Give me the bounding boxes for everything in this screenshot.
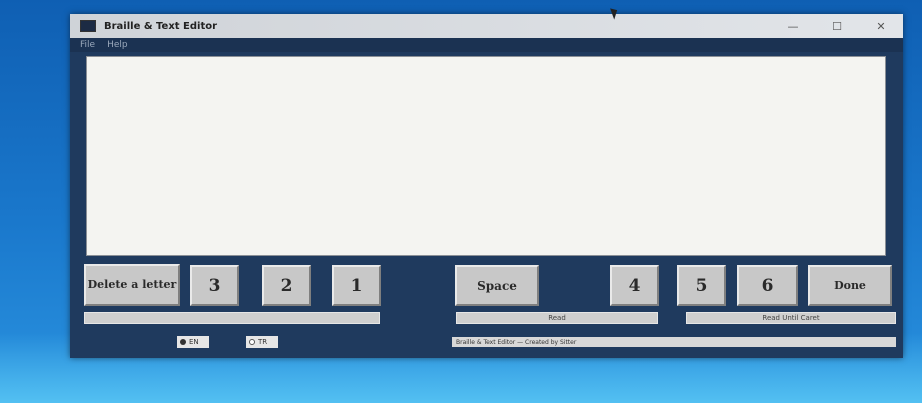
menu-help[interactable]: Help	[107, 40, 128, 50]
menu-bar: File Help	[70, 38, 903, 52]
app-window: Braille & Text Editor — ☐ ✕ File Help De…	[70, 14, 903, 358]
status-bar: Braille & Text Editor — Created by Sitte…	[452, 337, 896, 347]
window-controls: — ☐ ✕	[771, 14, 903, 38]
radio-unselected-icon	[249, 339, 255, 345]
dot-6-button[interactable]: 6	[737, 265, 798, 306]
read-button[interactable]: Read	[456, 312, 658, 324]
language-option-tr[interactable]: TR	[246, 336, 278, 348]
title-bar[interactable]: Braille & Text Editor — ☐ ✕	[70, 14, 903, 38]
done-button[interactable]: Done	[808, 265, 892, 306]
radio-label: EN	[189, 338, 199, 346]
minimize-button[interactable]: —	[771, 14, 815, 38]
space-button[interactable]: Space	[455, 265, 539, 306]
text-editor-area[interactable]	[86, 56, 886, 256]
window-title: Braille & Text Editor	[104, 20, 218, 32]
menu-file[interactable]: File	[80, 40, 95, 50]
dot-2-button[interactable]: 2	[262, 265, 311, 306]
dot-1-button[interactable]: 1	[332, 265, 381, 306]
maximize-button[interactable]: ☐	[815, 14, 859, 38]
dot-3-button[interactable]: 3	[190, 265, 239, 306]
language-option-en[interactable]: EN	[177, 336, 209, 348]
close-button[interactable]: ✕	[859, 14, 903, 38]
braille-input-display	[84, 312, 380, 324]
dot-4-button[interactable]: 4	[610, 265, 659, 306]
delete-letter-button[interactable]: Delete a letter	[84, 264, 180, 306]
radio-label: TR	[258, 338, 268, 346]
app-icon	[80, 20, 96, 32]
read-until-caret-button[interactable]: Read Until Caret	[686, 312, 896, 324]
dot-5-button[interactable]: 5	[677, 265, 726, 306]
radio-selected-icon	[180, 339, 186, 345]
